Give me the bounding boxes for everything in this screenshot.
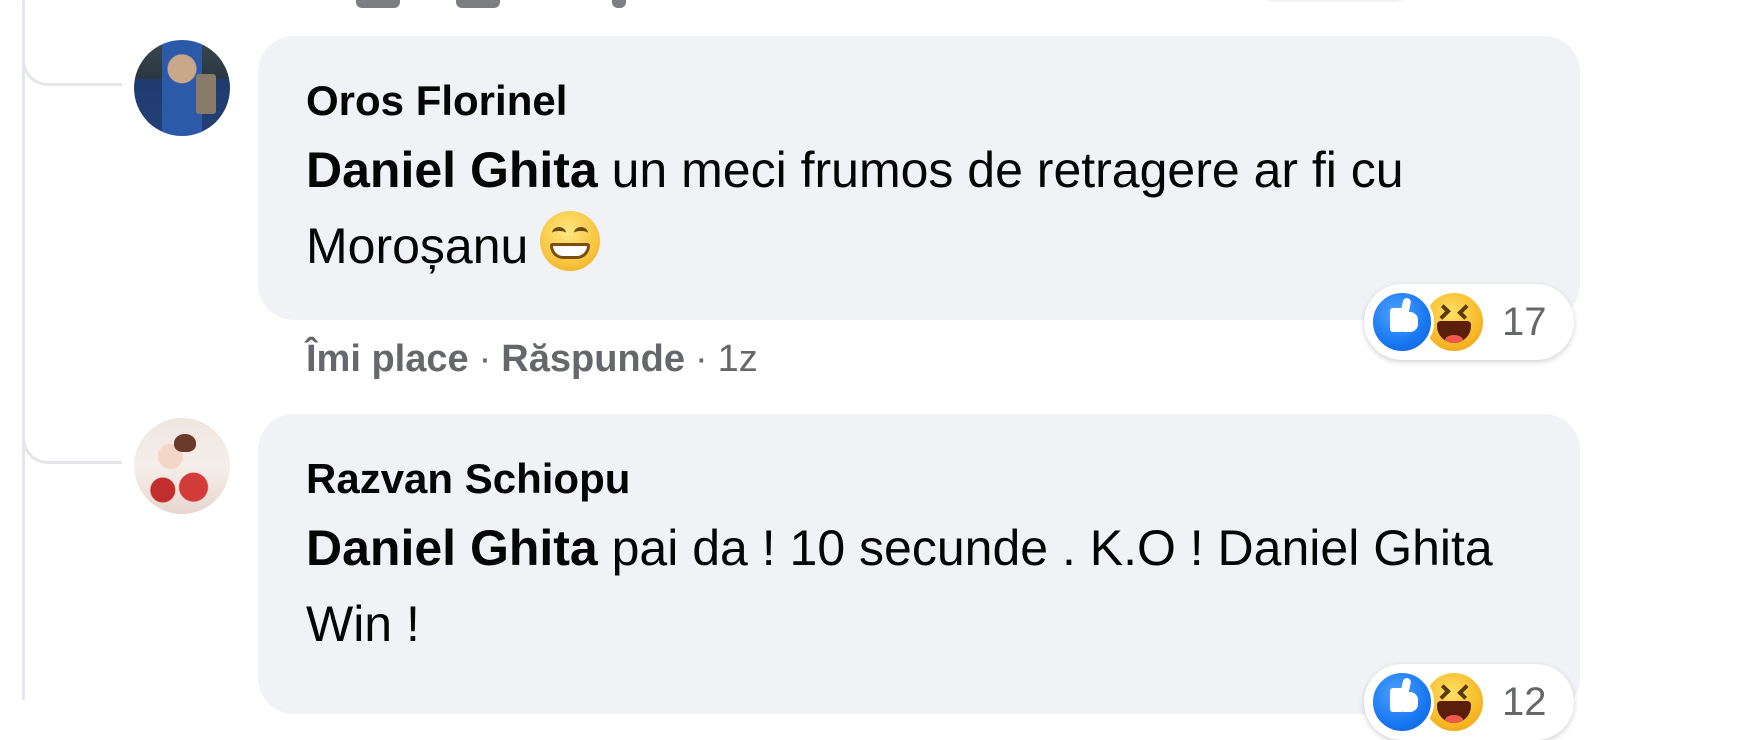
previous-comment-fragment xyxy=(456,0,500,8)
previous-reactions-fragment xyxy=(1250,0,1420,2)
avatar[interactable] xyxy=(134,40,230,136)
separator: · xyxy=(695,338,708,380)
grinning-face-icon xyxy=(540,211,601,271)
reaction-count: 17 xyxy=(1502,300,1547,344)
previous-comment-fragment xyxy=(356,0,400,8)
comment-text: Daniel Ghita un meci frumos de retragere… xyxy=(306,132,1542,284)
previous-comment-fragment xyxy=(612,0,626,8)
thread-branch xyxy=(22,36,122,86)
comment-timestamp[interactable]: 1z xyxy=(718,338,758,380)
comment-author[interactable]: Razvan Schiopu xyxy=(306,454,1542,504)
reaction-count: 12 xyxy=(1502,680,1547,724)
like-icon xyxy=(1370,290,1434,354)
mention-link[interactable]: Daniel Ghita xyxy=(306,520,598,576)
reply-button[interactable]: Răspunde xyxy=(501,338,685,380)
thread-line xyxy=(22,0,25,700)
thread-branch xyxy=(22,414,122,464)
comment-text: Daniel Ghita pai da ! 10 secunde . K.O !… xyxy=(306,510,1542,662)
like-icon xyxy=(1370,670,1434,734)
comment-actions: Îmi place · Răspunde · 1z xyxy=(306,336,758,382)
reactions-summary[interactable]: 12 xyxy=(1364,664,1574,740)
separator: · xyxy=(478,338,492,380)
reactions-summary[interactable]: 17 xyxy=(1364,284,1574,360)
like-button[interactable]: Îmi place xyxy=(306,338,469,380)
comment-author[interactable]: Oros Florinel xyxy=(306,76,1542,126)
comment-bubble: Oros Florinel Daniel Ghita un meci frumo… xyxy=(258,36,1580,320)
avatar[interactable] xyxy=(134,418,230,514)
mention-link[interactable]: Daniel Ghita xyxy=(306,142,598,198)
